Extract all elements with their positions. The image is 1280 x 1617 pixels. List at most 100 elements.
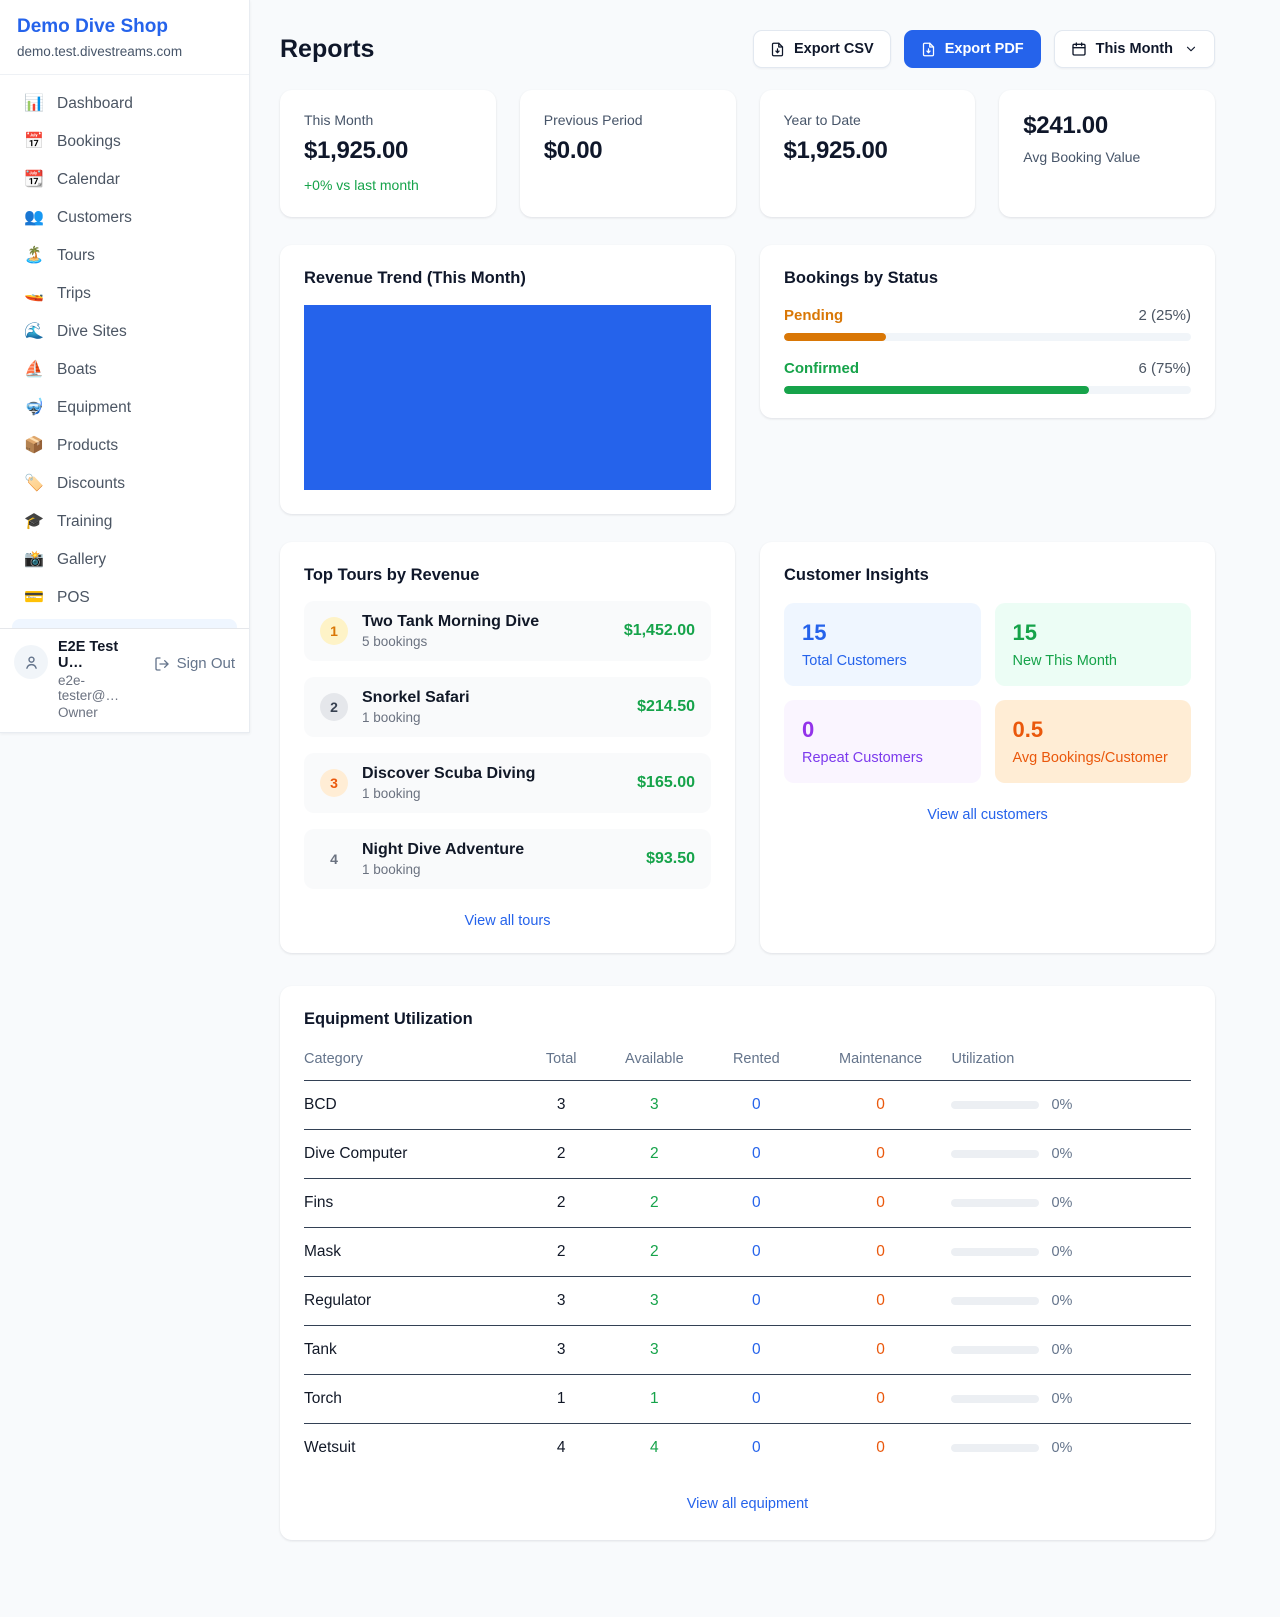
revenue-trend-card: Revenue Trend (This Month) — [280, 245, 735, 514]
speedboat-icon: 🚤 — [24, 286, 44, 302]
sidebar-item-trips[interactable]: 🚤 Trips — [12, 275, 237, 313]
bookings-calendar-icon: 📅 — [24, 134, 44, 150]
export-pdf-button[interactable]: Export PDF — [904, 30, 1041, 68]
top-tours-card: Top Tours by Revenue 1 Two Tank Morning … — [280, 542, 735, 953]
view-all-equipment-link[interactable]: View all equipment — [304, 1496, 1191, 1512]
cell-category: Dive Computer — [304, 1130, 517, 1179]
wave-icon: 🌊 — [24, 324, 44, 340]
insight-tile-repeat-customers: 0 Repeat Customers — [784, 700, 981, 783]
sidebar-item-label: Calendar — [57, 171, 120, 189]
status-label: Confirmed — [784, 360, 859, 377]
period-label: This Month — [1096, 41, 1173, 57]
sidebar-item-discounts[interactable]: 🏷️ Discounts — [12, 465, 237, 503]
charts-row: Revenue Trend (This Month) Bookings by S… — [280, 245, 1215, 514]
utilization-percent: 0% — [1051, 1097, 1072, 1113]
insight-tile-total-customers: 15 Total Customers — [784, 603, 981, 686]
utilization-percent: 0% — [1051, 1293, 1072, 1309]
table-row: Tank 3 3 0 0 0% — [304, 1326, 1191, 1375]
user-section: E2E Test U… e2e-tester@… Owner Sign Out — [0, 628, 249, 732]
island-icon: 🏝️ — [24, 248, 44, 264]
tour-name: Discover Scuba Diving — [362, 765, 623, 783]
cell-total: 4 — [517, 1424, 606, 1473]
equipment-table: Category Total Available Rented Maintena… — [304, 1045, 1191, 1472]
stat-value: $0.00 — [544, 137, 712, 165]
sidebar-item-boats[interactable]: ⛵ Boats — [12, 351, 237, 389]
cell-rented: 0 — [703, 1228, 809, 1277]
stats-row: This Month $1,925.00 +0% vs last month P… — [280, 90, 1215, 217]
cell-available: 4 — [606, 1424, 704, 1473]
cell-total: 2 — [517, 1179, 606, 1228]
stat-card-previous-period: Previous Period $0.00 — [520, 90, 736, 217]
sidebar-item-equipment[interactable]: 🤿 Equipment — [12, 389, 237, 427]
shop-name: Demo Dive Shop — [17, 16, 232, 38]
equipment-utilization-title: Equipment Utilization — [304, 1010, 1191, 1029]
sidebar-item-customers[interactable]: 👥 Customers — [12, 199, 237, 237]
cell-category: Tank — [304, 1326, 517, 1375]
table-row: Torch 1 1 0 0 0% — [304, 1375, 1191, 1424]
customers-icon: 👥 — [24, 210, 44, 226]
cell-rented: 0 — [703, 1375, 809, 1424]
file-download-icon — [921, 42, 936, 57]
main-content: Reports Export CSV Export PDF This Month — [250, 0, 1280, 1617]
graduation-cap-icon: 🎓 — [24, 514, 44, 530]
view-all-tours-link[interactable]: View all tours — [304, 913, 711, 929]
tour-row: 4 Night Dive Adventure 1 booking $93.50 — [304, 829, 711, 889]
customer-insights-card: Customer Insights 15 Total Customers 15 … — [760, 542, 1215, 953]
cell-category: Regulator — [304, 1277, 517, 1326]
stat-value: $1,925.00 — [304, 137, 472, 165]
sidebar-item-training[interactable]: 🎓 Training — [12, 503, 237, 541]
cell-maintenance: 0 — [810, 1179, 952, 1228]
camera-icon: 📸 — [24, 552, 44, 568]
tour-revenue: $93.50 — [646, 850, 695, 868]
package-icon: 📦 — [24, 438, 44, 454]
period-dropdown[interactable]: This Month — [1054, 30, 1215, 68]
sidebar-item-reports-partial[interactable] — [12, 619, 237, 628]
sidebar-item-bookings[interactable]: 📅 Bookings — [12, 123, 237, 161]
rank-badge: 1 — [320, 617, 348, 645]
sidebar-item-dive-sites[interactable]: 🌊 Dive Sites — [12, 313, 237, 351]
sidebar-item-label: Training — [57, 513, 112, 531]
utilization-bar — [951, 1395, 1039, 1403]
status-count: 2 (25%) — [1138, 307, 1191, 324]
user-email: e2e-tester@… — [58, 673, 144, 703]
cell-category: BCD — [304, 1081, 517, 1130]
export-csv-button[interactable]: Export CSV — [753, 30, 891, 68]
progress-fill — [784, 386, 1089, 394]
cell-available: 2 — [606, 1228, 704, 1277]
sign-out-button[interactable]: Sign Out — [154, 655, 235, 672]
table-row: Dive Computer 2 2 0 0 0% — [304, 1130, 1191, 1179]
stat-label: Year to Date — [784, 112, 952, 128]
insight-tile-new-this-month: 15 New This Month — [995, 603, 1192, 686]
cell-category: Fins — [304, 1179, 517, 1228]
user-role: Owner — [58, 705, 144, 720]
tour-revenue: $165.00 — [637, 774, 695, 792]
stat-value: $1,925.00 — [784, 137, 952, 165]
sidebar-item-label: Dashboard — [57, 95, 133, 113]
sidebar: Demo Dive Shop demo.test.divestreams.com… — [0, 0, 250, 733]
avatar — [14, 645, 48, 679]
cell-rented: 0 — [703, 1130, 809, 1179]
cell-total: 3 — [517, 1081, 606, 1130]
sidebar-item-dashboard[interactable]: 📊 Dashboard — [12, 85, 237, 123]
cell-total: 3 — [517, 1326, 606, 1375]
sidebar-item-calendar[interactable]: 📆 Calendar — [12, 161, 237, 199]
progress-track — [784, 386, 1191, 394]
sidebar-item-pos[interactable]: 💳 POS — [12, 579, 237, 617]
table-row: Regulator 3 3 0 0 0% — [304, 1277, 1191, 1326]
view-all-customers-link[interactable]: View all customers — [784, 807, 1191, 823]
tile-label: Repeat Customers — [802, 750, 963, 766]
rank-badge: 4 — [320, 845, 348, 873]
sidebar-item-products[interactable]: 📦 Products — [12, 427, 237, 465]
tour-list: 1 Two Tank Morning Dive 5 bookings $1,45… — [304, 601, 711, 889]
sidebar-item-gallery[interactable]: 📸 Gallery — [12, 541, 237, 579]
stat-card-avg-booking-value: $241.00 Avg Booking Value — [999, 90, 1215, 217]
rank-badge: 3 — [320, 769, 348, 797]
rank-badge: 2 — [320, 693, 348, 721]
column-header: Available — [606, 1045, 704, 1081]
sidebar-item-tours[interactable]: 🏝️ Tours — [12, 237, 237, 275]
table-row: Mask 2 2 0 0 0% — [304, 1228, 1191, 1277]
stat-label: This Month — [304, 112, 472, 128]
utilization-percent: 0% — [1051, 1146, 1072, 1162]
utilization-bar — [951, 1444, 1039, 1452]
tile-value: 15 — [1013, 620, 1174, 646]
